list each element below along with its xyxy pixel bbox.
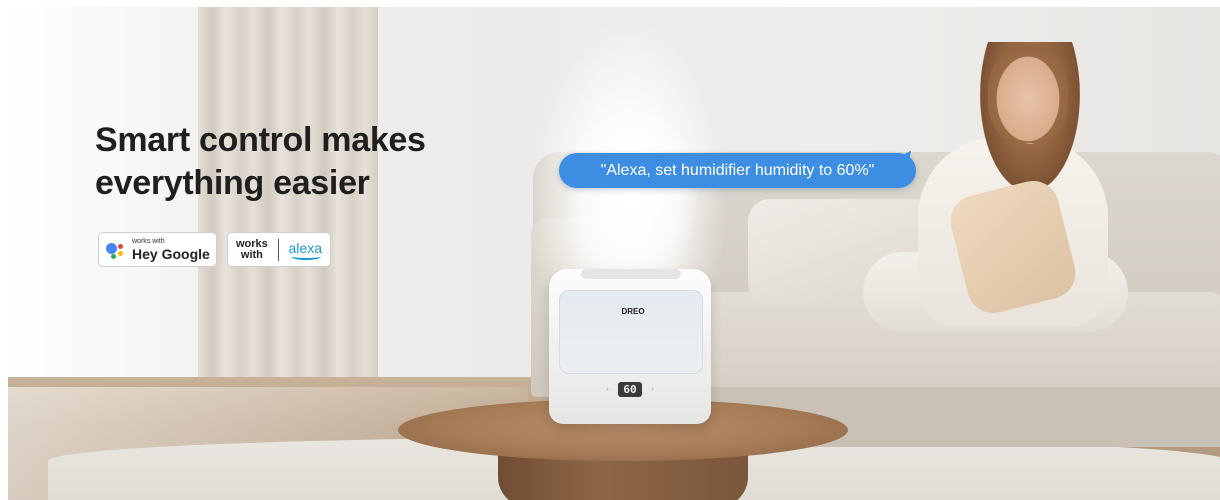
works-with-google-badge: works with Hey Google <box>98 232 217 267</box>
speech-bubble-tail <box>894 147 912 163</box>
headline-line-2: everything easier <box>95 164 370 202</box>
voice-command-bubble: "Alexa, set humidifier humidity to 60%" <box>559 153 916 188</box>
humidifier-tank <box>559 290 703 374</box>
product-banner: DREO • • 60 Smart control makes everythin… <box>8 7 1220 500</box>
alexa-badge-works-with: works with <box>236 237 268 261</box>
alexa-with-text: with <box>240 248 263 261</box>
voice-assistant-badges: works with Hey Google works with alexa <box>98 232 331 267</box>
google-badge-small: works with <box>132 238 165 245</box>
google-badge-text: works with Hey Google <box>132 238 210 261</box>
alexa-logo: alexa <box>289 240 322 260</box>
humidifier-brand: DREO <box>621 307 645 316</box>
humidifier-top <box>581 269 681 279</box>
headline: Smart control makes everything easier <box>95 119 495 205</box>
curtain <box>198 7 378 417</box>
google-assistant-icon <box>106 241 126 259</box>
alexa-smile-icon <box>290 253 321 260</box>
woman-head <box>988 45 1068 143</box>
google-badge-big: Hey Google <box>132 246 210 262</box>
works-with-alexa-badge: works with alexa <box>227 232 331 267</box>
alexa-works-text: works <box>236 237 268 250</box>
mist-plume-core <box>568 107 698 287</box>
headline-line-1: Smart control makes <box>95 121 426 159</box>
humidifier-display: 60 <box>618 382 642 397</box>
alexa-badge-divider <box>277 238 279 261</box>
